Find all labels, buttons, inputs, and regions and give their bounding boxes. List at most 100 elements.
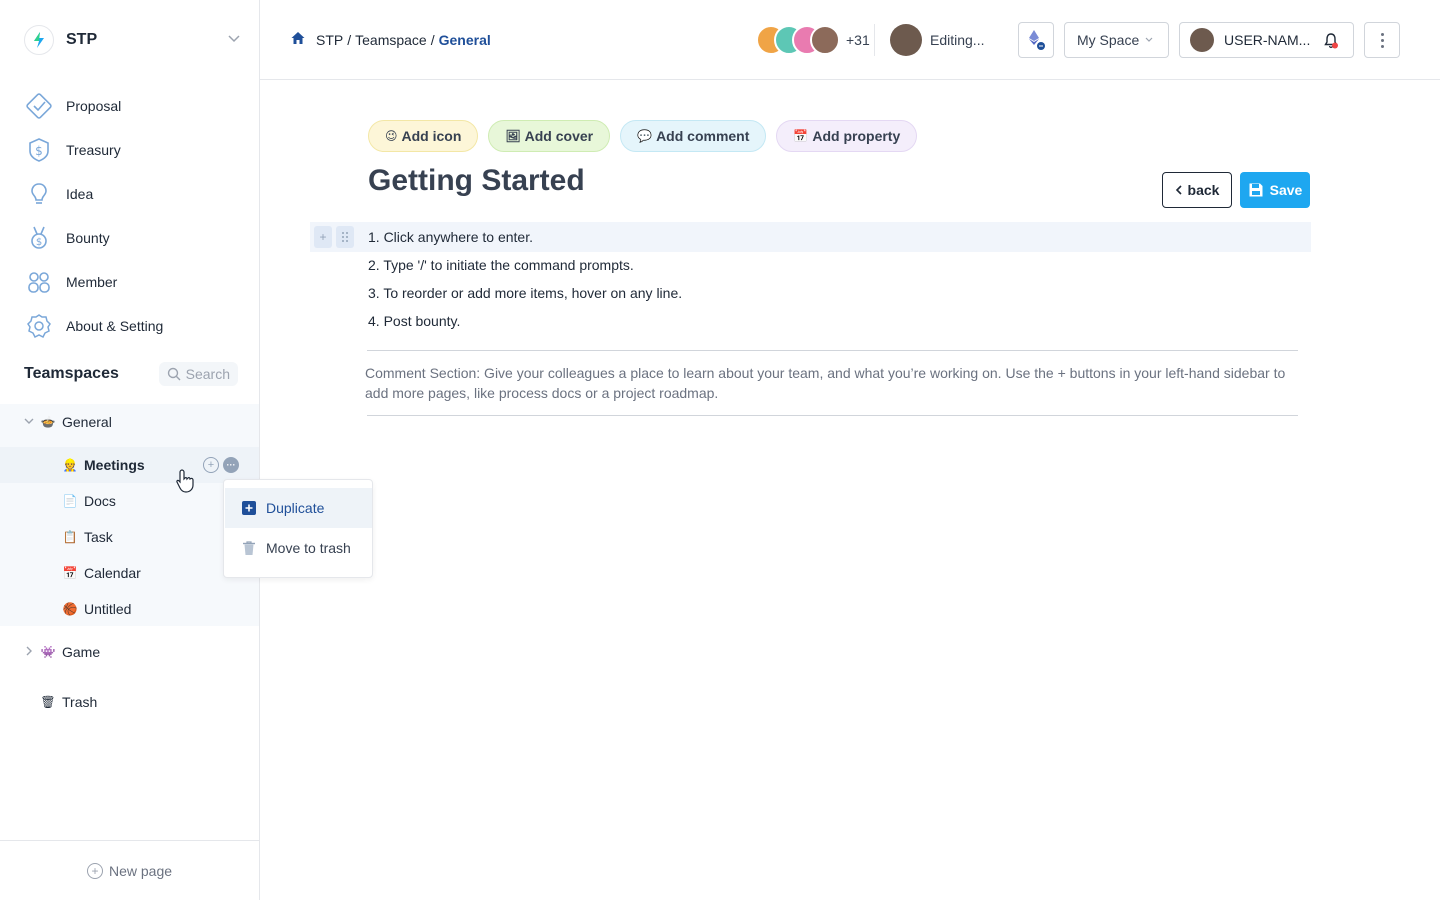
list-item[interactable]: 1. Click anywhere to enter. [368, 227, 682, 255]
nav-item-idea[interactable]: Idea [24, 172, 244, 216]
top-bar: STP / Teamspace / General +31 Editing...… [260, 0, 1440, 80]
move-to-trash-menu-item[interactable]: Move to trash [225, 528, 372, 568]
trash-icon [241, 540, 257, 556]
editing-label: Editing... [930, 32, 985, 48]
nav-item-proposal[interactable]: Proposal [24, 84, 244, 128]
editing-status: Editing... [890, 24, 984, 56]
dollar-icon: $ [24, 135, 54, 165]
ethereum-icon [1029, 30, 1045, 50]
collaborator-avatars[interactable]: +31 [756, 24, 870, 56]
collaborator-count: +31 [846, 32, 870, 48]
page-item-docs[interactable]: 📄 Docs [0, 483, 259, 519]
svg-text:$: $ [36, 237, 42, 248]
workspace-name: STP [66, 31, 98, 48]
chevron-left-icon [1175, 185, 1182, 195]
nav-label: Idea [66, 186, 94, 202]
duplicate-menu-item[interactable]: Duplicate [225, 488, 372, 528]
picture-icon: 🖼 [505, 129, 521, 143]
steps-list: 1. Click anywhere to enter. 2. Type '/' … [368, 227, 682, 339]
teamspaces-title: Teamspaces [24, 365, 119, 382]
breadcrumb-root[interactable]: STP [316, 32, 343, 48]
drag-handle-icon[interactable] [336, 226, 354, 248]
page-item-task[interactable]: 📋 Task [0, 519, 259, 555]
teamspace-game[interactable]: 👾 Game [0, 634, 259, 670]
back-label: back [1187, 182, 1220, 198]
add-cover-button[interactable]: 🖼 Add cover [488, 120, 611, 152]
nav-item-treasury[interactable]: $ Treasury [24, 128, 244, 172]
chip-label: Add cover [524, 128, 594, 144]
new-page-button[interactable]: + New page [0, 840, 259, 900]
page-emoji: 📋 [62, 530, 78, 544]
duplicate-label: Duplicate [266, 500, 325, 516]
divider [367, 415, 1298, 416]
bell-icon[interactable] [1323, 32, 1339, 53]
divider [874, 24, 875, 56]
avatar [1190, 28, 1214, 52]
lightbulb-icon [24, 179, 54, 209]
nav-label: About & Setting [66, 318, 164, 334]
network-button[interactable] [1018, 22, 1054, 58]
more-options-icon[interactable]: ··· [223, 457, 239, 473]
teamspaces-header: Teamspaces Search [24, 360, 238, 388]
calendar-icon: 📅 [793, 129, 809, 143]
back-button[interactable]: back [1162, 172, 1232, 208]
list-item[interactable]: 3. To reorder or add more items, hover o… [368, 283, 682, 311]
user-name-label: USER-NAM... [1224, 32, 1311, 48]
page-action-chips: 😉 Add icon 🖼 Add cover 💬 Add comment 📅 A… [368, 120, 918, 152]
myspace-dropdown[interactable]: My Space [1064, 22, 1169, 58]
page-title[interactable]: Getting Started [368, 164, 585, 198]
chip-label: Add icon [401, 128, 462, 144]
page-emoji: 👷 [62, 458, 78, 472]
dot [1380, 38, 1384, 42]
trash-label: Trash [62, 694, 98, 710]
page-emoji: 📅 [62, 566, 78, 580]
chevron-down-icon[interactable] [22, 417, 36, 428]
add-icon-button[interactable]: 😉 Add icon [368, 120, 479, 152]
breadcrumb: STP / Teamspace / General [290, 30, 491, 49]
nav-item-bounty[interactable]: $ Bounty [24, 216, 244, 260]
teamspace-label: Game [62, 644, 101, 660]
more-menu-button[interactable] [1364, 22, 1400, 58]
teamspace-general[interactable]: 🍲 General [0, 404, 259, 440]
proposal-icon [24, 91, 54, 121]
chevron-right-icon[interactable] [22, 646, 36, 659]
breadcrumb-middle[interactable]: Teamspace [355, 32, 427, 48]
add-comment-button[interactable]: 💬 Add comment [620, 120, 767, 152]
chevron-down-icon[interactable] [228, 32, 240, 46]
sidebar: STP Proposal $ Treasury Idea $ Bounty Me… [0, 0, 260, 900]
breadcrumb-separator: / [347, 31, 352, 48]
breadcrumb-current: General [438, 31, 491, 48]
comment-section-text[interactable]: Comment Section: Give your colleagues a … [365, 363, 1300, 403]
add-subpage-icon[interactable]: + [203, 457, 219, 473]
page-label: Meetings [84, 457, 145, 473]
add-property-button[interactable]: 📅 Add property [776, 120, 918, 152]
new-page-label: New page [108, 862, 173, 879]
save-label: Save [1269, 182, 1303, 198]
nav-item-member[interactable]: Member [24, 260, 244, 304]
home-icon[interactable] [290, 30, 306, 49]
medal-icon: $ [24, 223, 54, 253]
list-item[interactable]: 2. Type '/' to initiate the command prom… [368, 255, 682, 283]
page-emoji: 📄 [62, 494, 78, 508]
trash-item[interactable]: 🗑 Trash [0, 684, 259, 720]
page-label: Untitled [84, 601, 132, 617]
trash-emoji: 🗑 [40, 695, 56, 709]
workspace-switcher[interactable]: STP [24, 24, 244, 56]
page-item-untitled[interactable]: 🏀 Untitled [0, 591, 259, 627]
save-button[interactable]: Save [1240, 172, 1310, 208]
nav-item-about-setting[interactable]: About & Setting [24, 304, 244, 348]
search-icon [167, 367, 181, 381]
page-label: Docs [84, 493, 116, 509]
nav-label: Treasury [66, 142, 121, 158]
page-emoji: 🏀 [62, 602, 78, 616]
divider [367, 350, 1298, 351]
myspace-label: My Space [1077, 32, 1140, 48]
page-item-calendar[interactable]: 📅 Calendar [0, 555, 259, 591]
user-menu-button[interactable]: USER-NAM... [1179, 22, 1354, 58]
teamspace-search[interactable]: Search [158, 362, 238, 386]
dot [1380, 44, 1384, 48]
main-nav: Proposal $ Treasury Idea $ Bounty Member [24, 84, 244, 348]
chip-label: Add property [812, 128, 901, 144]
add-block-icon[interactable]: + [314, 226, 332, 248]
list-item[interactable]: 4. Post bounty. [368, 311, 682, 339]
